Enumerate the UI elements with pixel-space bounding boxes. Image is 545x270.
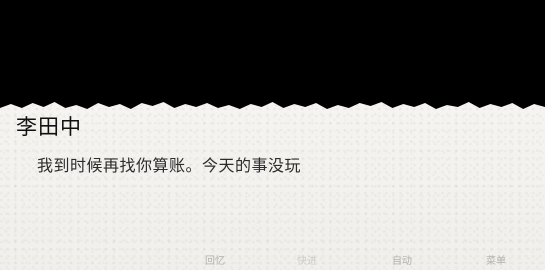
quick-menu: 回忆 快进 自动 菜单	[0, 256, 545, 270]
skip-button[interactable]: 快进	[297, 256, 317, 268]
review-button[interactable]: 回忆	[205, 256, 225, 268]
dialogue-text: 我到时候再找你算账。今天的事没玩	[37, 156, 302, 175]
game-screen: 李田中 我到时候再找你算账。今天的事没玩 回忆 快进 自动 菜单	[0, 0, 545, 270]
speaker-name: 李田中	[16, 115, 82, 139]
auto-button[interactable]: 自动	[392, 256, 412, 268]
menu-button[interactable]: 菜单	[486, 256, 506, 268]
dialogue-box[interactable]: 李田中 我到时候再找你算账。今天的事没玩 回忆 快进 自动 菜单	[0, 102, 545, 270]
